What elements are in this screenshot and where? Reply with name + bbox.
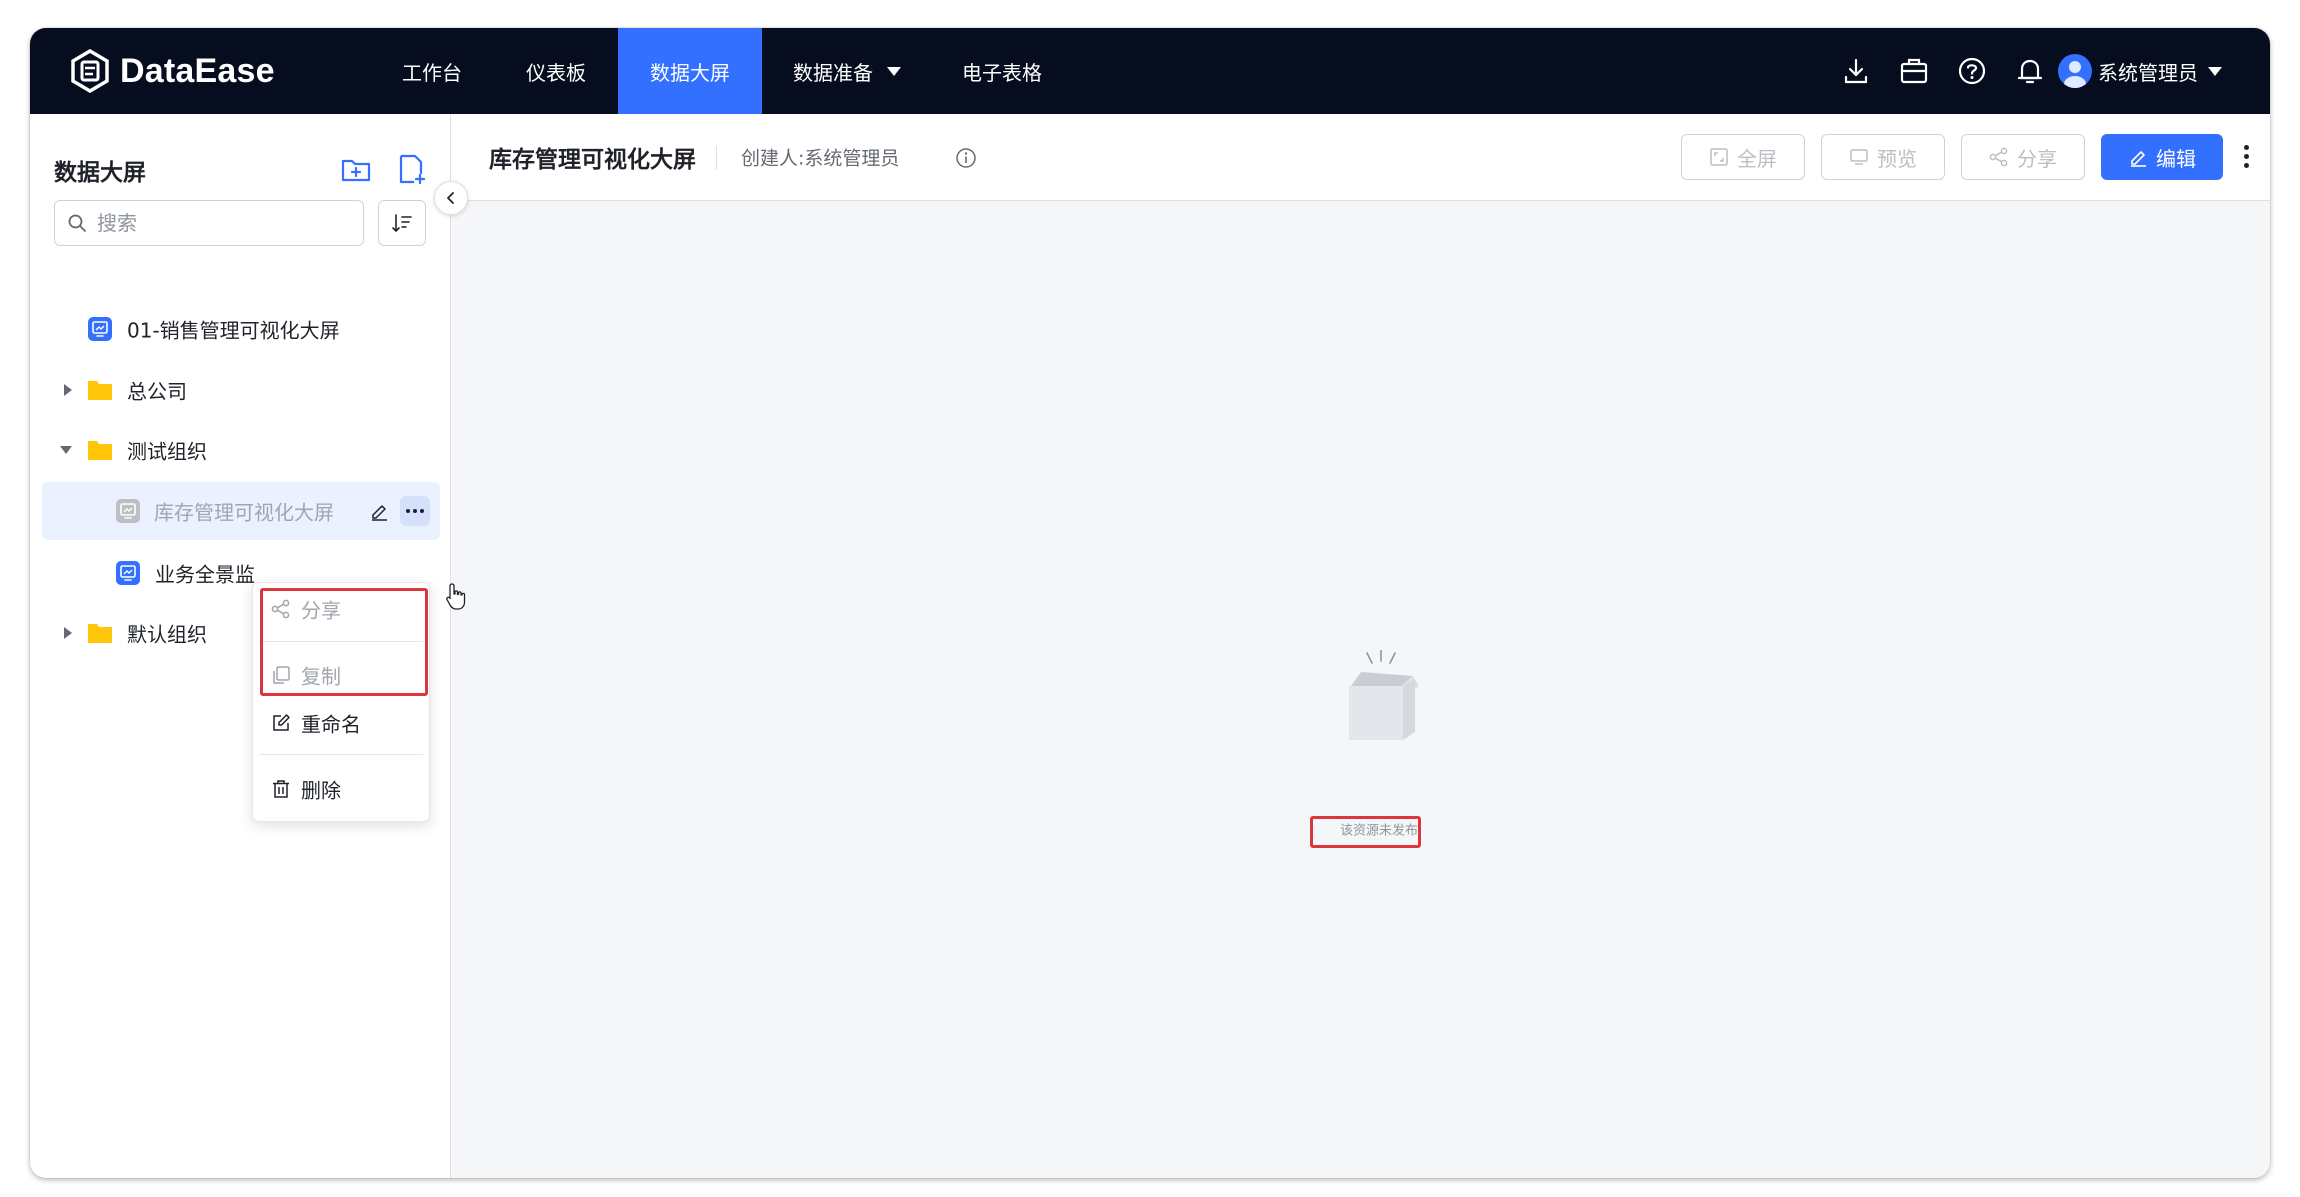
highlight-box-empty-text <box>1310 816 1421 848</box>
folder-icon <box>88 624 112 643</box>
search-box <box>54 200 364 246</box>
tree-item-label: 默认组织 <box>127 622 207 647</box>
monitor-icon <box>1850 149 1868 165</box>
app-window: DataEase 工作台 仪表板 数据大屏 数据准备 电子表格 系统管理员 数据… <box>30 28 2270 1178</box>
user-name: 系统管理员 <box>2098 60 2198 85</box>
edit-icon <box>273 714 290 731</box>
collapse-sidebar-button[interactable] <box>434 181 468 215</box>
empty-box-illustration-icon <box>1349 650 1419 740</box>
nav-spreadsheet-label: 电子表格 <box>962 60 1042 85</box>
nav-dashboard[interactable]: 仪表板 <box>494 28 618 114</box>
nav-data-prep[interactable]: 数据准备 <box>762 28 932 114</box>
info-icon[interactable] <box>955 147 977 169</box>
tree-folder-head-office[interactable]: 总公司 <box>30 361 450 419</box>
brand-logo[interactable]: DataEase <box>68 46 275 96</box>
trash-icon <box>273 780 289 798</box>
new-folder-icon[interactable] <box>339 152 373 186</box>
user-menu[interactable]: 系统管理员 <box>2058 52 2222 90</box>
more-horizontal-icon <box>406 509 424 513</box>
main-header: 库存管理可视化大屏 创建人:系统管理员 全屏 预览 分享 编辑 <box>451 114 2270 201</box>
more-vertical-icon[interactable] <box>2241 142 2251 172</box>
nav-workbench-label: 工作台 <box>402 60 462 85</box>
edit-icon <box>372 505 387 521</box>
screen-icon <box>88 317 112 341</box>
main-area: 库存管理可视化大屏 创建人:系统管理员 全屏 预览 分享 编辑 该资源未发布 <box>451 114 2270 1178</box>
preview-label: 预览 <box>1877 146 1917 171</box>
caret-right-icon[interactable] <box>64 627 72 639</box>
hand-cursor-icon <box>446 583 466 610</box>
caret-down-icon <box>887 66 901 76</box>
sort-button[interactable] <box>378 200 426 246</box>
folder-icon <box>88 381 112 400</box>
tree-item-label: 业务全景监 <box>155 562 255 587</box>
screen-icon <box>116 561 140 585</box>
caret-down-icon[interactable] <box>60 446 72 454</box>
search-input[interactable] <box>95 210 339 236</box>
bell-icon[interactable] <box>2014 55 2046 87</box>
sort-icon <box>392 214 412 232</box>
menu-item-rename-label: 重命名 <box>301 712 361 737</box>
sidebar: 数据大屏 搜索 01-销售管理可视化大屏 总公司 测试组织 库存管理可视化大屏 … <box>30 114 466 1178</box>
title-divider <box>716 146 717 170</box>
edit-button[interactable]: 编辑 <box>2101 134 2223 180</box>
menu-item-rename[interactable]: 重命名 <box>253 701 431 745</box>
more-actions-button[interactable] <box>400 496 430 526</box>
tree-item-label: 库存管理可视化大屏 <box>154 500 334 525</box>
highlight-box-share-copy <box>260 588 428 696</box>
tree-item-label: 01-销售管理可视化大屏 <box>127 318 340 343</box>
menu-item-delete-label: 删除 <box>301 778 341 803</box>
caret-right-icon[interactable] <box>64 384 72 396</box>
tree-item-sales-screen[interactable]: 01-销售管理可视化大屏 <box>30 300 450 358</box>
folder-icon <box>88 441 112 460</box>
new-screen-icon[interactable] <box>394 152 428 186</box>
avatar <box>2058 54 2092 88</box>
share-button[interactable]: 分享 <box>1961 134 2085 180</box>
menu-item-delete[interactable]: 删除 <box>253 767 431 811</box>
top-navbar: DataEase 工作台 仪表板 数据大屏 数据准备 电子表格 系统管理员 <box>30 28 2270 114</box>
fullscreen-label: 全屏 <box>1737 146 1777 171</box>
nav-data-screen[interactable]: 数据大屏 <box>618 28 762 114</box>
menu-divider <box>259 754 423 755</box>
share-label: 分享 <box>2017 146 2057 171</box>
dataease-logo-icon <box>71 49 109 93</box>
share-icon <box>1989 147 2008 167</box>
tree-item-label: 测试组织 <box>127 439 207 464</box>
nav-workbench[interactable]: 工作台 <box>370 28 494 114</box>
screen-icon <box>116 499 140 523</box>
download-icon[interactable] <box>1840 55 1872 87</box>
nav-data-screen-label: 数据大屏 <box>650 60 730 85</box>
nav-spreadsheet[interactable]: 电子表格 <box>932 28 1072 114</box>
nav-dashboard-label: 仪表板 <box>526 60 586 85</box>
preview-button[interactable]: 预览 <box>1821 134 1945 180</box>
page-title: 库存管理可视化大屏 <box>489 147 696 173</box>
user-avatar-icon <box>2064 61 2086 88</box>
caret-down-icon <box>2208 66 2222 76</box>
sidebar-title: 数据大屏 <box>54 160 146 186</box>
tree-item-label: 总公司 <box>127 379 187 404</box>
edit-label: 编辑 <box>2156 146 2196 171</box>
rename-inline-button[interactable] <box>364 496 394 526</box>
tree-folder-test-org[interactable]: 测试组织 <box>30 421 450 479</box>
creator-text: 创建人:系统管理员 <box>741 147 900 170</box>
chevron-left-icon <box>447 192 454 204</box>
briefcase-icon[interactable] <box>1898 55 1930 87</box>
help-icon[interactable] <box>1956 55 1988 87</box>
nav-data-prep-label: 数据准备 <box>793 60 873 85</box>
fullscreen-icon <box>1710 148 1728 166</box>
edit-icon <box>2131 151 2146 167</box>
brand-name: DataEase <box>120 51 275 90</box>
tree-item-inventory-screen[interactable]: 库存管理可视化大屏 <box>42 482 440 540</box>
search-icon <box>68 214 86 232</box>
fullscreen-button[interactable]: 全屏 <box>1681 134 1805 180</box>
